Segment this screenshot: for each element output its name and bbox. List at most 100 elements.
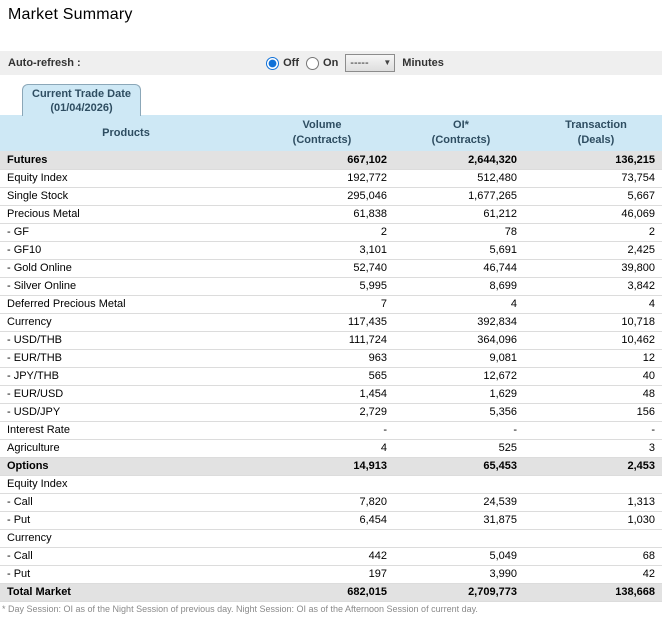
product-cell: Currency — [0, 313, 252, 332]
table-row: Options 14,913 65,453 2,453 — [0, 457, 662, 476]
auto-refresh-on-label: On — [323, 57, 339, 69]
oi-cell — [392, 529, 530, 548]
deals-cell: 3 — [530, 439, 662, 458]
auto-refresh-label: Auto-refresh : — [8, 57, 81, 69]
volume-cell: 1,454 — [252, 385, 392, 404]
deals-cell: 42 — [530, 565, 662, 584]
table-row: Total Market 682,015 2,709,773 138,668 — [0, 583, 662, 602]
table-row: Currency — [0, 529, 662, 548]
table-row: Equity Index — [0, 475, 662, 494]
market-summary-page: Market Summary Auto-refresh : Off On ---… — [0, 0, 662, 614]
auto-refresh-bar: Auto-refresh : Off On ----- ▼ Minutes — [0, 51, 662, 75]
volume-cell: 667,102 — [252, 151, 392, 170]
deals-cell: - — [530, 421, 662, 440]
volume-cell: 442 — [252, 547, 392, 566]
auto-refresh-off-label: Off — [283, 57, 300, 69]
deals-cell: 3,842 — [530, 277, 662, 296]
oi-cell: 3,990 — [392, 565, 530, 584]
product-cell: - Put — [0, 511, 252, 530]
deals-cell: 48 — [530, 385, 662, 404]
auto-refresh-on-radio[interactable] — [306, 56, 320, 70]
col-header-products: Products — [0, 115, 252, 151]
oi-cell: 1,677,265 — [392, 187, 530, 206]
deals-cell: 156 — [530, 403, 662, 422]
oi-cell: 5,691 — [392, 241, 530, 260]
deals-cell: 73,754 — [530, 169, 662, 188]
oi-cell: 65,453 — [392, 457, 530, 476]
table-row: Equity Index 192,772 512,480 73,754 — [0, 169, 662, 188]
volume-cell: 197 — [252, 565, 392, 584]
product-cell: - JPY/THB — [0, 367, 252, 386]
table-row: - Put 197 3,990 42 — [0, 565, 662, 584]
volume-cell: 682,015 — [252, 583, 392, 602]
minutes-select-wrap: ----- ▼ — [345, 54, 396, 72]
deals-cell: 39,800 — [530, 259, 662, 278]
col-header-volume-label: Volume — [302, 119, 342, 131]
deals-cell: 1,313 — [530, 493, 662, 512]
page-title: Market Summary — [8, 6, 133, 23]
deals-cell — [530, 475, 662, 494]
deals-cell: 2,425 — [530, 241, 662, 260]
volume-cell: 7,820 — [252, 493, 392, 512]
deals-cell: 10,718 — [530, 313, 662, 332]
deals-cell: 5,667 — [530, 187, 662, 206]
table-row: - JPY/THB 565 12,672 40 — [0, 367, 662, 386]
product-cell: Precious Metal — [0, 205, 252, 224]
oi-cell: 24,539 — [392, 493, 530, 512]
deals-cell: 10,462 — [530, 331, 662, 350]
tab-label-line2: (01/04/2026) — [50, 102, 113, 114]
auto-refresh-on-option[interactable]: On — [306, 56, 339, 70]
oi-cell: 5,356 — [392, 403, 530, 422]
tab-current-trade-date[interactable]: Current Trade Date (01/04/2026) — [22, 84, 142, 116]
product-cell: - Call — [0, 547, 252, 566]
volume-cell: 14,913 — [252, 457, 392, 476]
deals-cell: 2,453 — [530, 457, 662, 476]
oi-cell: 1,629 — [392, 385, 530, 404]
col-header-transaction: Transaction (Deals) — [530, 115, 662, 151]
table-row: - USD/THB 111,724 364,096 10,462 — [0, 331, 662, 350]
col-header-transaction-label: Transaction — [565, 119, 627, 131]
deals-cell: 1,030 — [530, 511, 662, 530]
product-cell: Total Market — [0, 583, 252, 602]
deals-cell: 68 — [530, 547, 662, 566]
table-row: Agriculture 4 525 3 — [0, 439, 662, 458]
auto-refresh-off-option[interactable]: Off — [266, 56, 300, 70]
table-row: Futures 667,102 2,644,320 136,215 — [0, 151, 662, 170]
product-cell: - Silver Online — [0, 277, 252, 296]
oi-cell: 364,096 — [392, 331, 530, 350]
table-row: Precious Metal 61,838 61,212 46,069 — [0, 205, 662, 224]
product-cell: Currency — [0, 529, 252, 548]
table-row: - Call 442 5,049 68 — [0, 547, 662, 566]
volume-cell: 963 — [252, 349, 392, 368]
market-summary-table: Products Volume (Contracts) OI* (Contrac… — [0, 115, 662, 602]
oi-cell: - — [392, 421, 530, 440]
volume-cell: 6,454 — [252, 511, 392, 530]
deals-cell — [530, 529, 662, 548]
product-cell: - Put — [0, 565, 252, 584]
auto-refresh-controls: Off On ----- ▼ Minutes — [266, 54, 444, 72]
oi-cell: 46,744 — [392, 259, 530, 278]
product-cell: - GF — [0, 223, 252, 242]
oi-cell: 12,672 — [392, 367, 530, 386]
deals-cell: 2 — [530, 223, 662, 242]
product-cell: Equity Index — [0, 475, 252, 494]
deals-cell: 12 — [530, 349, 662, 368]
volume-cell: 295,046 — [252, 187, 392, 206]
volume-cell: 2 — [252, 223, 392, 242]
table-row: Interest Rate - - - — [0, 421, 662, 440]
oi-cell: 2,644,320 — [392, 151, 530, 170]
product-cell: Futures — [0, 151, 252, 170]
product-cell: - USD/JPY — [0, 403, 252, 422]
col-header-transaction-sub: (Deals) — [577, 134, 615, 146]
col-header-oi-sub: (Contracts) — [431, 134, 491, 146]
minutes-select[interactable]: ----- — [345, 54, 396, 72]
product-cell: Single Stock — [0, 187, 252, 206]
auto-refresh-off-radio[interactable] — [266, 56, 280, 70]
volume-cell: 7 — [252, 295, 392, 314]
product-cell: Options — [0, 457, 252, 476]
product-cell: Equity Index — [0, 169, 252, 188]
volume-cell: 61,838 — [252, 205, 392, 224]
volume-cell: 111,724 — [252, 331, 392, 350]
volume-cell: 5,995 — [252, 277, 392, 296]
table-row: - Call 7,820 24,539 1,313 — [0, 493, 662, 512]
